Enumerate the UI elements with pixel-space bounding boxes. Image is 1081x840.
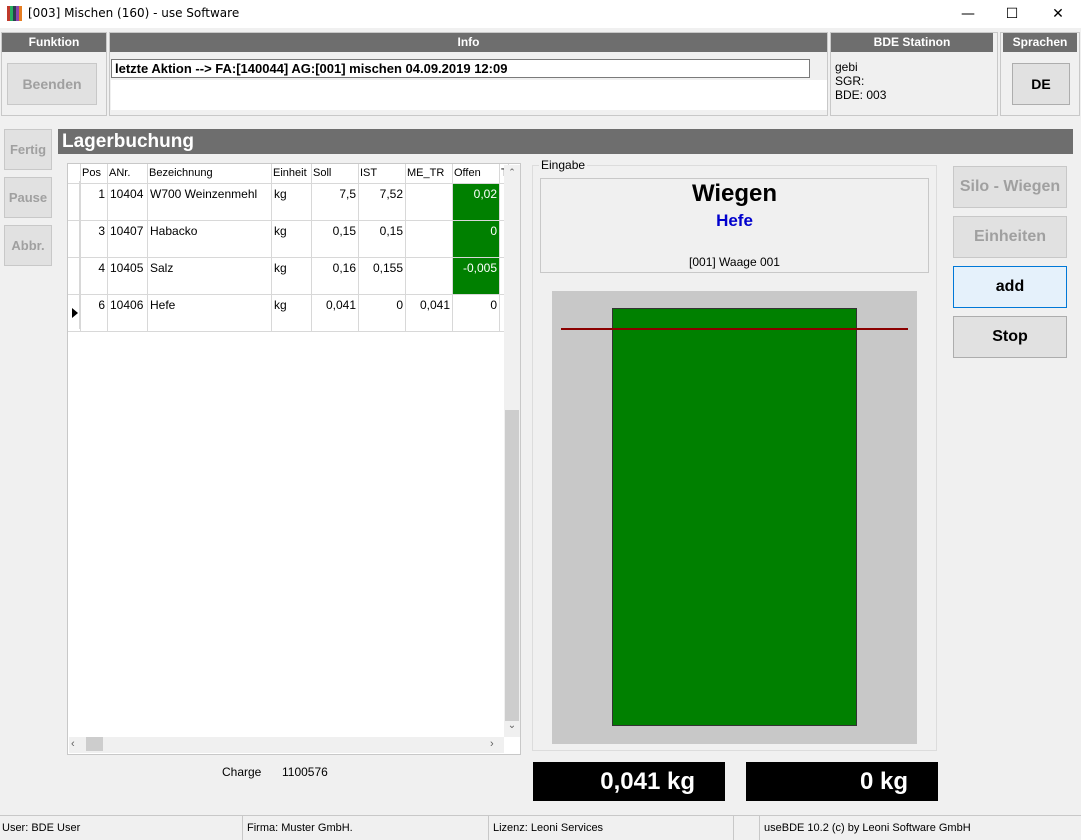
scale-fill-bar bbox=[612, 308, 857, 726]
cell-ist: 7,52 bbox=[358, 183, 406, 221]
column-header-me-tr[interactable]: ME_TR bbox=[405, 164, 453, 184]
station-name: gebi bbox=[835, 60, 858, 74]
station-sgr: SGR: bbox=[835, 74, 865, 88]
cell-einheit: kg bbox=[271, 257, 312, 295]
ist-weight-display: 0 kg bbox=[746, 762, 938, 801]
horizontal-scroll-thumb[interactable] bbox=[86, 737, 103, 751]
table-row[interactable]: 3 10407 Habacko kg 0,15 0,15 0 bbox=[68, 220, 509, 258]
cell-me-tr bbox=[405, 183, 453, 221]
scale-name: [001] Waage 001 bbox=[689, 255, 780, 269]
cell-anr: 10407 bbox=[107, 220, 148, 258]
cell-ist: 0 bbox=[358, 294, 406, 332]
close-button[interactable]: ✕ bbox=[1035, 0, 1081, 28]
column-header-offen[interactable]: Offen bbox=[452, 164, 500, 184]
pause-button[interactable]: Pause bbox=[4, 177, 52, 218]
scroll-down-icon[interactable]: ⌄ bbox=[505, 720, 519, 732]
cell-offen: 0 bbox=[452, 220, 500, 258]
cell-ist: 0,15 bbox=[358, 220, 406, 258]
eingabe-label: Eingabe bbox=[539, 158, 588, 172]
cell-einheit: kg bbox=[271, 294, 312, 332]
cell-bezeichnung: Habacko bbox=[147, 220, 272, 258]
fertig-button[interactable]: Fertig bbox=[4, 129, 52, 170]
cell-me-tr: 0,041 bbox=[405, 294, 453, 332]
info-header: Info bbox=[110, 33, 827, 52]
cell-bezeichnung: Hefe bbox=[147, 294, 272, 332]
table-row[interactable]: 4 10405 Salz kg 0,16 0,155 -0,005 bbox=[68, 257, 509, 295]
horizontal-scrollbar[interactable] bbox=[69, 737, 504, 753]
table-row-current[interactable]: 6 10406 Hefe kg 0,041 0 0,041 0 bbox=[68, 294, 509, 332]
cell-einheit: kg bbox=[271, 183, 312, 221]
cell-me-tr bbox=[405, 220, 453, 258]
cell-soll: 7,5 bbox=[311, 183, 359, 221]
column-header-pos[interactable]: Pos bbox=[80, 164, 108, 184]
status-firma: Firma: Muster GmbH. bbox=[245, 816, 489, 840]
cell-anr: 10406 bbox=[107, 294, 148, 332]
sprachen-header: Sprachen bbox=[1003, 33, 1077, 52]
info-message-area bbox=[111, 80, 827, 110]
cell-soll: 0,15 bbox=[311, 220, 359, 258]
column-header-ist[interactable]: IST bbox=[358, 164, 406, 184]
einheiten-button[interactable]: Einheiten bbox=[953, 216, 1067, 258]
column-header-anr[interactable]: ANr. bbox=[107, 164, 148, 184]
scroll-up-icon[interactable]: ⌃ bbox=[505, 167, 519, 179]
table-row[interactable]: 1 10404 W700 Weinzenmehl kg 7,5 7,52 0,0… bbox=[68, 183, 509, 221]
status-empty bbox=[736, 816, 760, 840]
status-lizenz: Lizenz: Leoni Services bbox=[491, 816, 734, 840]
cell-bezeichnung: W700 Weinzenmehl bbox=[147, 183, 272, 221]
cell-einheit: kg bbox=[271, 220, 312, 258]
section-title: Lagerbuchung bbox=[58, 129, 1073, 154]
row-header-column bbox=[68, 181, 80, 329]
cell-anr: 10404 bbox=[107, 183, 148, 221]
charge-value: 1100576 bbox=[282, 765, 328, 779]
table-header-row: Pos ANr. Bezeichnung Einheit Soll IST ME… bbox=[68, 164, 509, 184]
scale-target-line bbox=[561, 328, 908, 330]
cell-offen: 0,02 bbox=[452, 183, 500, 221]
column-header-soll[interactable]: Soll bbox=[311, 164, 359, 184]
cell-pos: 1 bbox=[80, 183, 108, 221]
info-last-action: letzte Aktion --> FA:[140044] AG:[001] m… bbox=[111, 59, 810, 78]
cell-pos: 6 bbox=[80, 294, 108, 332]
charge-label: Charge bbox=[222, 765, 262, 779]
maximize-button[interactable]: ☐ bbox=[989, 0, 1035, 28]
mode-title: Wiegen bbox=[691, 180, 778, 207]
window-title: [003] Mischen (160) - use Software bbox=[28, 6, 240, 20]
scroll-left-icon[interactable]: ‹ bbox=[71, 738, 83, 750]
status-user: User: BDE User bbox=[0, 816, 243, 840]
abbr-button[interactable]: Abbr. bbox=[4, 225, 52, 266]
soll-weight-display: 0,041 kg bbox=[533, 762, 725, 801]
status-version: useBDE 10.2 (c) by Leoni Software GmbH bbox=[764, 822, 971, 834]
app-icon bbox=[7, 6, 22, 21]
cell-anr: 10405 bbox=[107, 257, 148, 295]
funktion-header: Funktion bbox=[2, 33, 106, 52]
beenden-button[interactable]: Beenden bbox=[7, 63, 97, 105]
scroll-right-icon[interactable]: › bbox=[490, 738, 502, 750]
column-header-bezeichnung[interactable]: Bezeichnung bbox=[147, 164, 272, 184]
cell-soll: 0,041 bbox=[311, 294, 359, 332]
cell-offen: -0,005 bbox=[452, 257, 500, 295]
cell-pos: 4 bbox=[80, 257, 108, 295]
current-item-name: Hefe bbox=[716, 211, 753, 230]
cell-offen: 0 bbox=[452, 294, 500, 332]
cell-soll: 0,16 bbox=[311, 257, 359, 295]
cell-me-tr bbox=[405, 257, 453, 295]
bde-station-header: BDE Statinon bbox=[831, 33, 993, 52]
silo-wiegen-button[interactable]: Silo - Wiegen bbox=[953, 166, 1067, 208]
cell-bezeichnung: Salz bbox=[147, 257, 272, 295]
cell-ist: 0,155 bbox=[358, 257, 406, 295]
cell-pos: 3 bbox=[80, 220, 108, 258]
stop-button[interactable]: Stop bbox=[953, 316, 1067, 358]
language-button[interactable]: DE bbox=[1012, 63, 1070, 105]
minimize-button[interactable]: — bbox=[945, 0, 991, 28]
booking-table: Pos ANr. Bezeichnung Einheit Soll IST ME… bbox=[67, 163, 521, 755]
vertical-scroll-thumb[interactable] bbox=[505, 410, 519, 721]
station-bde: BDE: 003 bbox=[835, 88, 887, 102]
column-header-einheit[interactable]: Einheit bbox=[271, 164, 312, 184]
add-button[interactable]: add bbox=[953, 266, 1067, 308]
